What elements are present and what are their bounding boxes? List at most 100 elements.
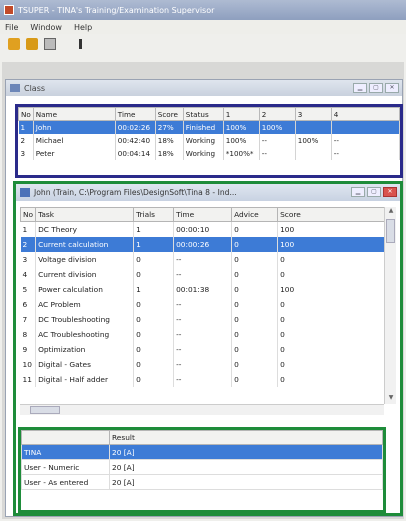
col-header[interactable]: Task [35, 207, 135, 222]
cell: 100 [277, 236, 396, 252]
cell: AC Troubleshooting [35, 326, 135, 342]
result-row[interactable]: User - As entered 20 [A] [21, 474, 383, 490]
cell: 0 [133, 326, 175, 342]
scroll-thumb[interactable] [30, 406, 60, 414]
col-header[interactable]: No [20, 207, 37, 222]
student-row[interactable]: 2 Michael 00:42:40 18% Working 100% -- 1… [18, 133, 401, 147]
cell: 0 [231, 251, 279, 267]
cell: 0 [277, 296, 396, 312]
result-row[interactable]: TINA 20 [A] [21, 444, 383, 460]
cell: 100 [277, 281, 396, 297]
cell: 20 [A] [109, 474, 383, 490]
task-row[interactable]: 11 Digital - Half adder 0 -- 0 0 [20, 371, 396, 387]
cell: DC Theory [35, 221, 135, 237]
cell: 0 [231, 281, 279, 297]
cell: 100% [223, 120, 260, 134]
open-folder-icon[interactable] [26, 38, 38, 50]
cell: 10 [20, 356, 37, 372]
cell: -- [173, 356, 233, 372]
cell: 1 [133, 281, 175, 297]
cell: 0 [133, 266, 175, 282]
cell: 2 [18, 133, 34, 147]
cell: 1 [20, 221, 37, 237]
col-header[interactable]: Trials [133, 207, 175, 222]
task-row[interactable]: 2 Current calculation 1 00:00:26 0 100 [20, 236, 396, 252]
menu-window[interactable]: Window [30, 23, 62, 32]
col-header[interactable]: 4 [330, 107, 401, 121]
task-row[interactable]: 9 Optimization 0 -- 0 0 [20, 341, 396, 357]
task-row[interactable]: 7 DC Troubleshooting 0 -- 0 0 [20, 311, 396, 327]
task-row[interactable]: 4 Current division 0 -- 0 0 [20, 266, 396, 282]
col-header[interactable]: Time [114, 107, 156, 121]
cell: 0 [231, 371, 279, 387]
cell: 0 [277, 341, 396, 357]
print-icon[interactable] [44, 38, 56, 50]
class-window-titlebar[interactable]: Class ▁ ▢ ✕ [6, 80, 402, 96]
close-button[interactable]: ✕ [383, 187, 397, 197]
cell: 0 [231, 221, 279, 237]
minimize-button[interactable]: ▁ [351, 187, 365, 197]
col-header[interactable]: 3 [294, 107, 332, 121]
menu-help[interactable]: Help [74, 23, 92, 32]
col-header[interactable]: No [18, 107, 34, 121]
result-row[interactable]: User - Numeric 20 [A] [21, 459, 383, 475]
cell: 27% [155, 120, 184, 134]
col-header[interactable]: Score [277, 207, 396, 222]
cell: 00:00:26 [173, 236, 233, 252]
cell: Optimization [35, 341, 135, 357]
student-icon[interactable] [74, 38, 86, 50]
col-header[interactable]: Time [173, 207, 233, 222]
task-row[interactable]: 5 Power calculation 1 00:01:38 0 100 [20, 281, 396, 297]
cell: AC Problem [35, 296, 135, 312]
scroll-down-icon[interactable]: ▼ [385, 394, 397, 404]
col-header[interactable]: 2 [258, 107, 296, 121]
cell: 9 [20, 341, 37, 357]
maximize-button[interactable]: ▢ [367, 187, 381, 197]
vertical-scrollbar[interactable]: ▲ ▼ [384, 207, 396, 404]
cell: 0 [133, 356, 175, 372]
cell: 7 [20, 311, 37, 327]
cell: -- [173, 311, 233, 327]
cell: User - As entered [21, 474, 110, 490]
cell: 0 [277, 311, 396, 327]
cell: 0 [133, 251, 175, 267]
app-window: TSUPER - TINA's Training/Examination Sup… [0, 0, 406, 521]
task-window-title: John (Train, C:\Program Files\DesignSoft… [34, 188, 237, 197]
student-row[interactable]: 1 John 00:02:26 27% Finished 100% 100% [18, 120, 401, 134]
cell: DC Troubleshooting [35, 311, 135, 327]
col-header[interactable]: Status [182, 107, 224, 121]
task-row[interactable]: 6 AC Problem 0 -- 0 0 [20, 296, 396, 312]
minimize-button[interactable]: ▁ [353, 83, 367, 93]
cell: 0 [133, 296, 175, 312]
cell: 0 [231, 356, 279, 372]
cell: Digital - Gates [35, 356, 135, 372]
col-header[interactable]: Name [32, 107, 116, 121]
close-button[interactable]: ✕ [385, 83, 399, 93]
col-header[interactable]: Advice [231, 207, 279, 222]
task-row[interactable]: 1 DC Theory 1 00:00:10 0 100 [20, 221, 396, 237]
class-window-icon [10, 84, 20, 92]
cell: 00:42:40 [115, 133, 156, 147]
menu-file[interactable]: File [5, 23, 18, 32]
cell: -- [331, 146, 401, 160]
cell: 0 [231, 326, 279, 342]
maximize-button[interactable]: ▢ [369, 83, 383, 93]
scroll-up-icon[interactable]: ▲ [385, 207, 397, 217]
task-row[interactable]: 10 Digital - Gates 0 -- 0 0 [20, 356, 396, 372]
cell: 0 [133, 371, 175, 387]
cell: 3 [18, 146, 34, 160]
task-row[interactable]: 8 AC Troubleshooting 0 -- 0 0 [20, 326, 396, 342]
task-window-titlebar[interactable]: John (Train, C:\Program Files\DesignSoft… [16, 184, 400, 201]
cell: Voltage division [35, 251, 135, 267]
new-class-icon[interactable] [8, 38, 20, 50]
cell: 0 [277, 266, 396, 282]
col-header[interactable]: Score [154, 107, 184, 121]
task-row[interactable]: 3 Voltage division 0 -- 0 0 [20, 251, 396, 267]
cell: 0 [133, 311, 175, 327]
student-row[interactable]: 3 Peter 00:04:14 18% Working *100%* -- -… [18, 146, 401, 160]
scroll-thumb[interactable] [386, 219, 395, 243]
cell: -- [259, 146, 296, 160]
cell: 00:01:38 [173, 281, 233, 297]
col-header[interactable]: 1 [222, 107, 260, 121]
horizontal-scrollbar[interactable] [20, 404, 384, 415]
